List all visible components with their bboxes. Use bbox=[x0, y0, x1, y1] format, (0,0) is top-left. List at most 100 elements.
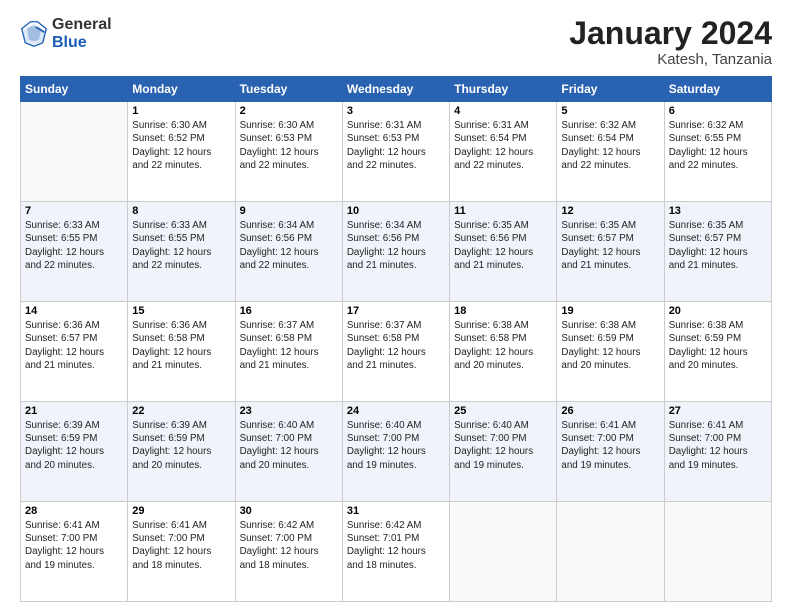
table-row: 24Sunrise: 6:40 AMSunset: 7:00 PMDayligh… bbox=[342, 402, 449, 502]
table-row: 25 Sunrise: 6:40 AMSunset: 7:00 PMDayligh… bbox=[450, 402, 557, 502]
day-number: 5 bbox=[561, 105, 659, 117]
day-number: 17 bbox=[347, 305, 445, 317]
table-row: 2Sunrise: 6:30 AMSunset: 6:53 PMDaylight… bbox=[235, 102, 342, 202]
table-row bbox=[557, 502, 664, 602]
table-row: 15Sunrise: 6:36 AMSunset: 6:58 PMDayligh… bbox=[128, 302, 235, 402]
table-row: 19 Sunrise: 6:38 AMSunset: 6:59 PMDayligh… bbox=[557, 302, 664, 402]
day-info: Sunrise: 6:34 AMSunset: 6:56 PMDaylight:… bbox=[347, 219, 445, 272]
day-info: Sunrise: 6:38 AMSunset: 6:59 PMDaylight:… bbox=[669, 319, 767, 372]
table-row: 10 Sunrise: 6:34 AMSunset: 6:56 PMDayligh… bbox=[342, 202, 449, 302]
table-row: 8 Sunrise: 6:33 AMSunset: 6:55 PMDaylight… bbox=[128, 202, 235, 302]
col-tuesday: Tuesday bbox=[235, 77, 342, 102]
table-row: 1 Sunrise: 6:30 AMSunset: 6:52 PMDaylight… bbox=[128, 102, 235, 202]
table-row: 21Sunrise: 6:39 AMSunset: 6:59 PMDayligh… bbox=[21, 402, 128, 502]
day-number: 1 bbox=[132, 105, 230, 117]
table-row: 4 Sunrise: 6:31 AMSunset: 6:54 PMDaylight… bbox=[450, 102, 557, 202]
day-number: 7 bbox=[25, 205, 123, 217]
calendar-week-row: 14 Sunrise: 6:36 AMSunset: 6:57 PMDayligh… bbox=[21, 302, 772, 402]
day-info: Sunrise: 6:41 AMSunset: 7:00 PMDaylight:… bbox=[132, 519, 230, 572]
day-number: 16 bbox=[240, 305, 338, 317]
col-sunday: Sunday bbox=[21, 77, 128, 102]
month-title: January 2024 bbox=[569, 16, 772, 51]
table-row: 22 Sunrise: 6:39 AMSunset: 6:59 PMDayligh… bbox=[128, 402, 235, 502]
day-info: Sunrise: 6:34 AMSunset: 6:56 PMDaylight:… bbox=[240, 219, 338, 272]
day-info: Sunrise: 6:35 AMSunset: 6:57 PMDaylight:… bbox=[669, 219, 767, 272]
day-number: 2 bbox=[240, 105, 338, 117]
table-row: 9 Sunrise: 6:34 AMSunset: 6:56 PMDaylight… bbox=[235, 202, 342, 302]
table-row: 28 Sunrise: 6:41 AMSunset: 7:00 PMDayligh… bbox=[21, 502, 128, 602]
calendar-table: Sunday Monday Tuesday Wednesday Thursday… bbox=[20, 76, 772, 602]
day-number: 25 bbox=[454, 405, 552, 417]
table-row bbox=[450, 502, 557, 602]
table-row: 20 Sunrise: 6:38 AMSunset: 6:59 PMDayligh… bbox=[664, 302, 771, 402]
day-number: 8 bbox=[132, 205, 230, 217]
logo-blue: Blue bbox=[52, 34, 112, 52]
day-number: 23 bbox=[240, 405, 338, 417]
table-row: 6Sunrise: 6:32 AMSunset: 6:55 PMDaylight… bbox=[664, 102, 771, 202]
day-info: Sunrise: 6:38 AMSunset: 6:59 PMDaylight:… bbox=[561, 319, 659, 372]
day-info: Sunrise: 6:36 AMSunset: 6:57 PMDaylight:… bbox=[25, 319, 123, 372]
day-info: Sunrise: 6:37 AMSunset: 6:58 PMDaylight:… bbox=[240, 319, 338, 372]
col-monday: Monday bbox=[128, 77, 235, 102]
table-row: 13 Sunrise: 6:35 AMSunset: 6:57 PMDayligh… bbox=[664, 202, 771, 302]
day-number: 28 bbox=[25, 505, 123, 517]
day-info: Sunrise: 6:39 AMSunset: 6:59 PMDaylight:… bbox=[132, 419, 230, 472]
calendar-week-row: 28 Sunrise: 6:41 AMSunset: 7:00 PMDayligh… bbox=[21, 502, 772, 602]
table-row: 17 Sunrise: 6:37 AMSunset: 6:58 PMDayligh… bbox=[342, 302, 449, 402]
day-info: Sunrise: 6:36 AMSunset: 6:58 PMDaylight:… bbox=[132, 319, 230, 372]
day-info: Sunrise: 6:31 AMSunset: 6:53 PMDaylight:… bbox=[347, 119, 445, 172]
day-info: Sunrise: 6:41 AMSunset: 7:00 PMDaylight:… bbox=[669, 419, 767, 472]
col-thursday: Thursday bbox=[450, 77, 557, 102]
day-info: Sunrise: 6:40 AMSunset: 7:00 PMDaylight:… bbox=[454, 419, 552, 472]
day-number: 18 bbox=[454, 305, 552, 317]
day-number: 22 bbox=[132, 405, 230, 417]
day-number: 29 bbox=[132, 505, 230, 517]
page: General Blue January 2024 Katesh, Tanzan… bbox=[0, 0, 792, 612]
day-info: Sunrise: 6:33 AMSunset: 6:55 PMDaylight:… bbox=[132, 219, 230, 272]
day-info: Sunrise: 6:42 AMSunset: 7:01 PMDaylight:… bbox=[347, 519, 445, 572]
day-info: Sunrise: 6:31 AMSunset: 6:54 PMDaylight:… bbox=[454, 119, 552, 172]
calendar-week-row: 7 Sunrise: 6:33 AMSunset: 6:55 PMDaylight… bbox=[21, 202, 772, 302]
day-number: 10 bbox=[347, 205, 445, 217]
day-number: 3 bbox=[347, 105, 445, 117]
day-info: Sunrise: 6:33 AMSunset: 6:55 PMDaylight:… bbox=[25, 219, 123, 272]
day-info: Sunrise: 6:41 AMSunset: 7:00 PMDaylight:… bbox=[25, 519, 123, 572]
day-number: 4 bbox=[454, 105, 552, 117]
table-row: 11 Sunrise: 6:35 AMSunset: 6:56 PMDayligh… bbox=[450, 202, 557, 302]
header: General Blue January 2024 Katesh, Tanzan… bbox=[20, 16, 772, 68]
day-info: Sunrise: 6:35 AMSunset: 6:56 PMDaylight:… bbox=[454, 219, 552, 272]
day-number: 14 bbox=[25, 305, 123, 317]
table-row bbox=[21, 102, 128, 202]
day-number: 27 bbox=[669, 405, 767, 417]
calendar-week-row: 21 Sunrise: 6:39 AMSunset: 6:59 PMDayligh… bbox=[21, 402, 772, 502]
col-saturday: Saturday bbox=[664, 77, 771, 102]
day-number: 20 bbox=[669, 305, 767, 317]
table-row: 3 Sunrise: 6:31 AMSunset: 6:53 PMDaylight… bbox=[342, 102, 449, 202]
table-row: 31Sunrise: 6:42 AMSunset: 7:01 PMDayligh… bbox=[342, 502, 449, 602]
day-info: Sunrise: 6:38 AMSunset: 6:58 PMDaylight:… bbox=[454, 319, 552, 372]
location: Katesh, Tanzania bbox=[569, 51, 772, 68]
day-number: 26 bbox=[561, 405, 659, 417]
title-block: January 2024 Katesh, Tanzania bbox=[569, 16, 772, 68]
day-info: Sunrise: 6:30 AMSunset: 6:52 PMDaylight:… bbox=[132, 119, 230, 172]
day-number: 19 bbox=[561, 305, 659, 317]
logo: General Blue bbox=[20, 16, 112, 51]
day-number: 24 bbox=[347, 405, 445, 417]
table-row bbox=[664, 502, 771, 602]
calendar-week-row: 1 Sunrise: 6:30 AMSunset: 6:52 PMDaylight… bbox=[21, 102, 772, 202]
day-number: 11 bbox=[454, 205, 552, 217]
day-info: Sunrise: 6:32 AMSunset: 6:55 PMDaylight:… bbox=[669, 119, 767, 172]
day-info: Sunrise: 6:37 AMSunset: 6:58 PMDaylight:… bbox=[347, 319, 445, 372]
table-row: 18 Sunrise: 6:38 AMSunset: 6:58 PMDayligh… bbox=[450, 302, 557, 402]
table-row: 23Sunrise: 6:40 AMSunset: 7:00 PMDayligh… bbox=[235, 402, 342, 502]
table-row: 12Sunrise: 6:35 AMSunset: 6:57 PMDayligh… bbox=[557, 202, 664, 302]
day-number: 9 bbox=[240, 205, 338, 217]
calendar-header-row: Sunday Monday Tuesday Wednesday Thursday… bbox=[21, 77, 772, 102]
day-number: 21 bbox=[25, 405, 123, 417]
table-row: 27 Sunrise: 6:41 AMSunset: 7:00 PMDayligh… bbox=[664, 402, 771, 502]
day-info: Sunrise: 6:32 AMSunset: 6:54 PMDaylight:… bbox=[561, 119, 659, 172]
day-number: 13 bbox=[669, 205, 767, 217]
day-number: 30 bbox=[240, 505, 338, 517]
day-info: Sunrise: 6:35 AMSunset: 6:57 PMDaylight:… bbox=[561, 219, 659, 272]
table-row: 30Sunrise: 6:42 AMSunset: 7:00 PMDayligh… bbox=[235, 502, 342, 602]
